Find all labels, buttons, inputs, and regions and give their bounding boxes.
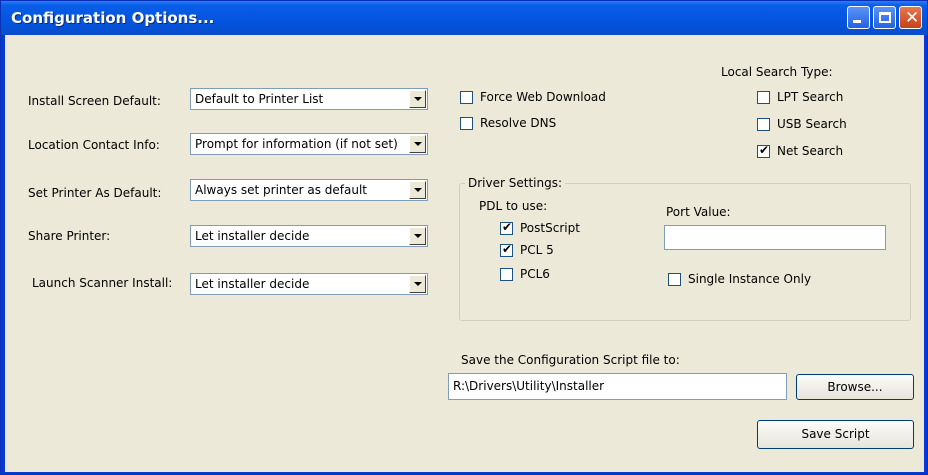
dropdown-button[interactable]	[409, 90, 426, 108]
config-window: Configuration Options... ✕ Install Scree…	[0, 0, 928, 475]
checkmark-icon: ✔	[502, 220, 513, 234]
checkbox-box[interactable]: ✔	[500, 220, 513, 235]
set-printer-default-select[interactable]: Always set printer as default	[190, 179, 428, 201]
driver-settings-title: Driver Settings:	[465, 176, 566, 190]
launch-scanner-install-value: Let installer decide	[195, 277, 310, 291]
chevron-down-icon	[414, 234, 422, 238]
checkbox-box[interactable]	[668, 273, 681, 286]
chevron-down-icon	[414, 142, 422, 146]
install-screen-default-select[interactable]: Default to Printer List	[190, 88, 428, 110]
launch-scanner-install-label: Launch Scanner Install:	[32, 276, 173, 290]
set-printer-default-label: Set Printer As Default:	[28, 186, 162, 200]
dropdown-button[interactable]	[409, 135, 426, 153]
force-web-download-label: Force Web Download	[480, 90, 606, 104]
share-printer-value: Let installer decide	[195, 229, 310, 243]
postscript-label: PostScript	[520, 221, 580, 235]
checkmark-icon: ✔	[759, 143, 770, 157]
save-path-input[interactable]: R:\Drivers\Utility\Installer	[448, 373, 787, 400]
resolve-dns-label: Resolve DNS	[480, 116, 557, 130]
install-screen-default-value: Default to Printer List	[195, 92, 324, 106]
local-search-type-label: Local Search Type:	[721, 65, 833, 79]
location-contact-info-label: Location Contact Info:	[28, 138, 160, 152]
share-printer-label: Share Printer:	[28, 229, 111, 243]
checkbox-box[interactable]: ✔	[757, 143, 770, 158]
lpt-search-label: LPT Search	[777, 90, 844, 104]
title-bar[interactable]: Configuration Options... ✕	[1, 1, 927, 35]
minimize-button[interactable]	[847, 6, 870, 29]
save-path-value: R:\Drivers\Utility\Installer	[453, 379, 605, 393]
share-printer-select[interactable]: Let installer decide	[190, 225, 428, 247]
checkbox-box[interactable]	[500, 268, 513, 281]
pcl5-label: PCL 5	[520, 243, 554, 257]
pdl-to-use-label: PDL to use:	[479, 199, 548, 213]
checkbox-box[interactable]: ✔	[500, 242, 513, 257]
minimize-icon	[853, 20, 861, 23]
net-search-label: Net Search	[777, 144, 844, 158]
location-contact-info-select[interactable]: Prompt for information (if not set)	[190, 133, 428, 155]
maximize-button[interactable]	[873, 6, 896, 29]
browse-button[interactable]: Browse...	[796, 374, 914, 400]
location-contact-info-value: Prompt for information (if not set)	[195, 137, 398, 151]
checkbox-box[interactable]	[757, 118, 770, 131]
dialog-body: Install Screen Default: Default to Print…	[5, 35, 924, 472]
port-value-input[interactable]	[664, 225, 886, 250]
save-script-button[interactable]: Save Script	[757, 420, 914, 449]
pcl6-label: PCL6	[520, 267, 550, 281]
dropdown-button[interactable]	[409, 181, 426, 199]
dropdown-button[interactable]	[409, 275, 426, 293]
set-printer-default-value: Always set printer as default	[195, 183, 368, 197]
launch-scanner-install-select[interactable]: Let installer decide	[190, 273, 428, 295]
checkmark-icon: ✔	[502, 242, 513, 256]
checkbox-box[interactable]	[757, 91, 770, 104]
window-title: Configuration Options...	[11, 9, 215, 27]
close-button[interactable]: ✕	[899, 6, 922, 29]
chevron-down-icon	[414, 282, 422, 286]
install-screen-default-label: Install Screen Default:	[28, 94, 161, 108]
chevron-down-icon	[414, 188, 422, 192]
dropdown-button[interactable]	[409, 227, 426, 245]
close-icon: ✕	[905, 8, 920, 28]
maximize-icon	[879, 12, 891, 23]
checkbox-box[interactable]	[460, 91, 473, 104]
port-value-label: Port Value:	[666, 205, 731, 219]
checkbox-box[interactable]	[460, 117, 473, 130]
usb-search-label: USB Search	[777, 117, 847, 131]
chevron-down-icon	[414, 97, 422, 101]
save-path-label: Save the Configuration Script file to:	[461, 353, 680, 367]
single-instance-label: Single Instance Only	[688, 272, 812, 286]
